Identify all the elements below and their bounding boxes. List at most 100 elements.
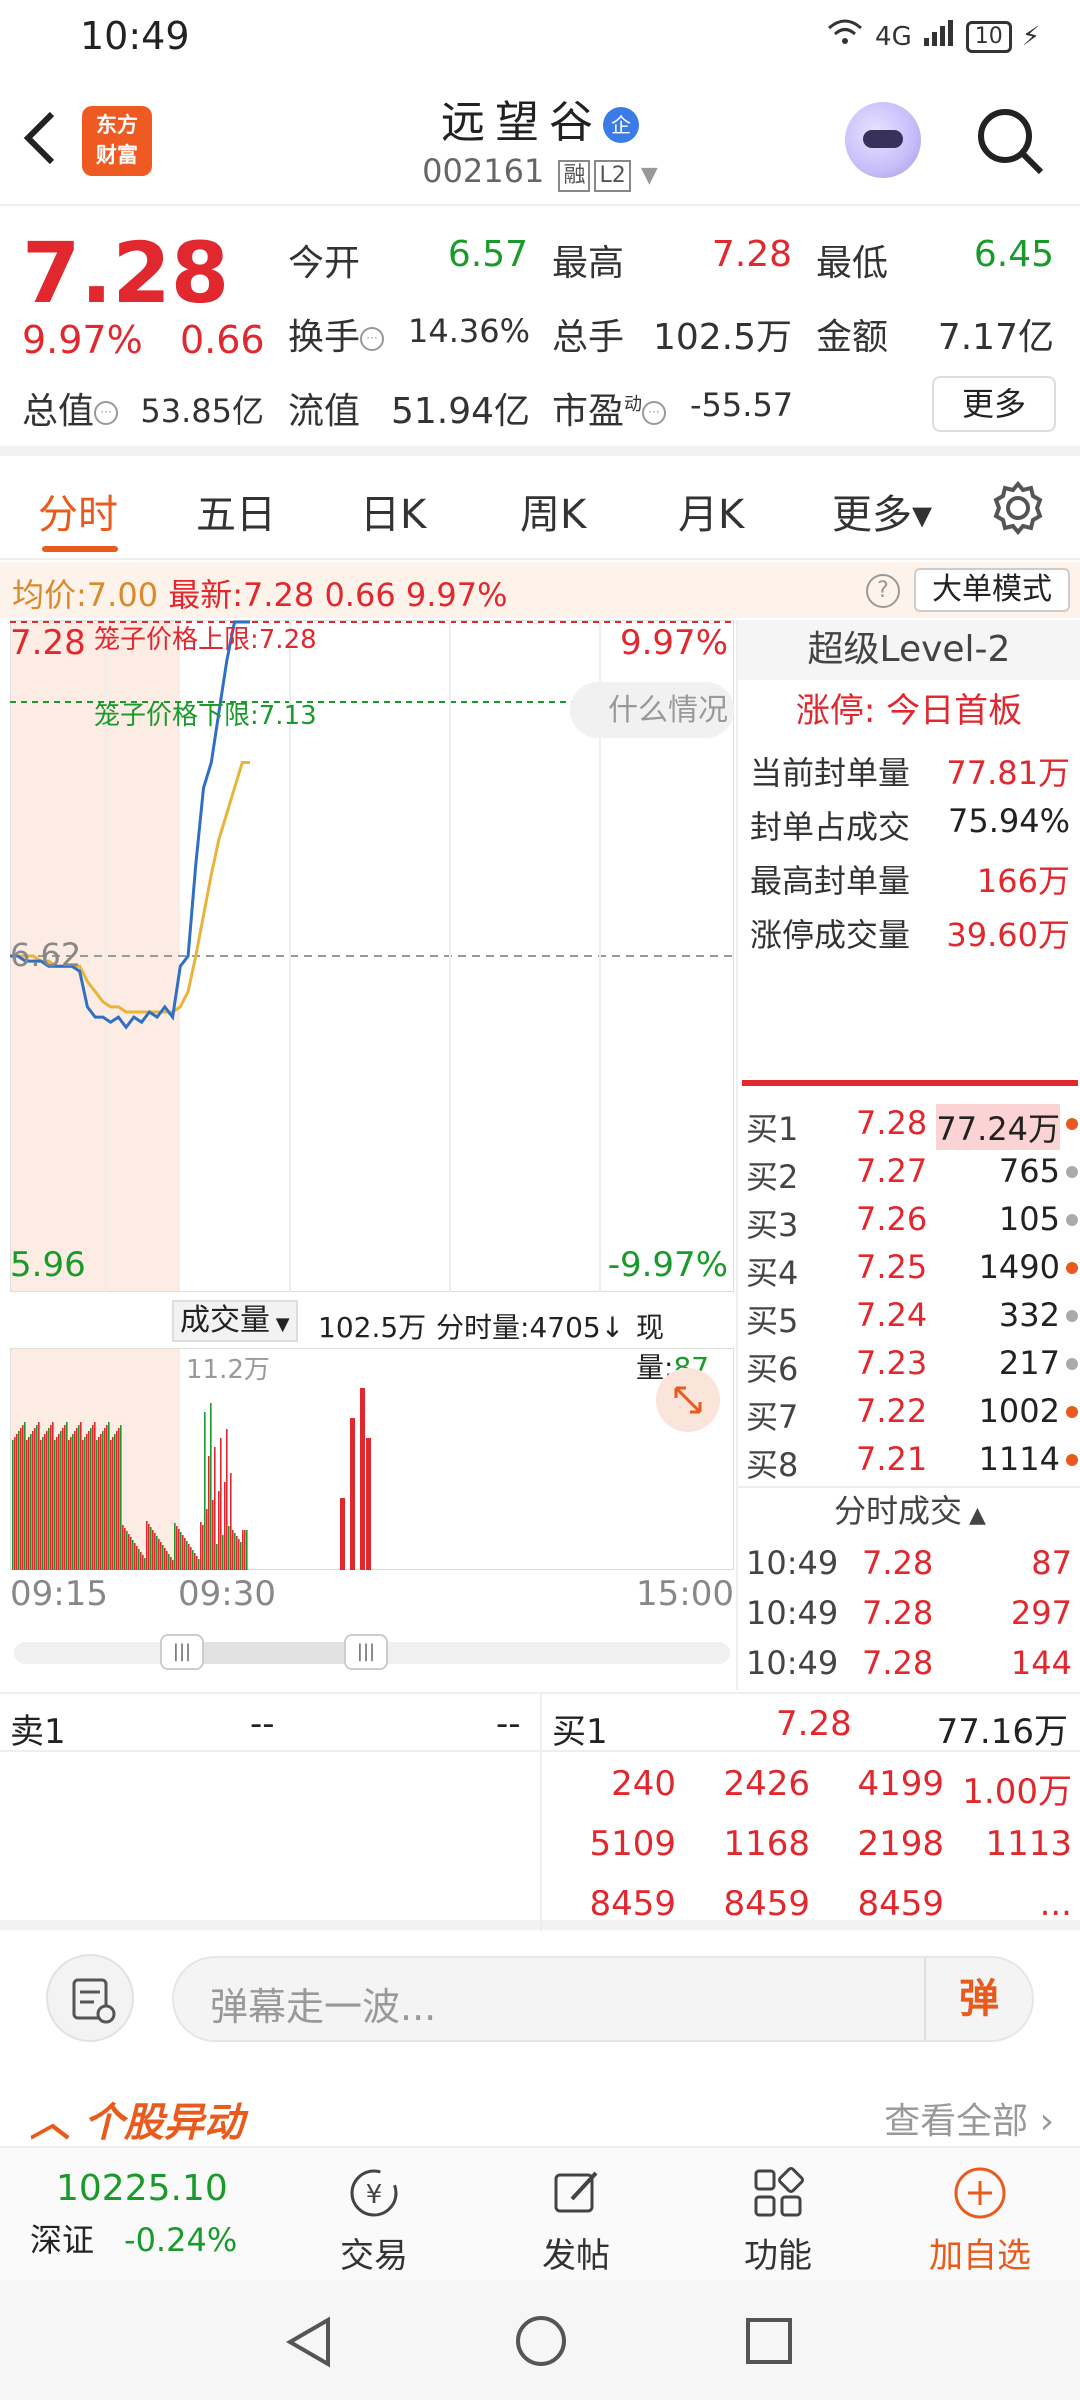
volume-bar <box>48 1428 50 1570</box>
book-cell: 4199 <box>857 1764 944 1804</box>
info-icon[interactable]: ··· <box>360 327 385 351</box>
intraday-chart[interactable]: 7.28 5.96 6.62 9.97% -9.97% 笼子价格上限:7.28 … <box>10 620 734 1292</box>
volume-bar <box>340 1498 345 1570</box>
active-tab-indicator <box>42 546 118 552</box>
tick-qty: 297 <box>1010 1594 1072 1632</box>
l2-row-limit-volume: 涨停成交量 39.60万 <box>738 902 1080 956</box>
add-watchlist-label: 加自选 <box>929 2236 1031 2276</box>
tab-daily-k[interactable]: 日K <box>360 482 426 540</box>
dropdown-icon[interactable]: ▼ <box>641 163 658 188</box>
volume-selector[interactable]: 成交量 ▼ <box>172 1300 298 1342</box>
assistant-avatar[interactable] <box>845 102 921 178</box>
avg-label: 均价: <box>12 576 87 614</box>
danmu-settings-icon[interactable] <box>46 1954 134 2042</box>
functions-button[interactable]: 功能 <box>708 2158 848 2277</box>
price-info-line: 均价:7.00 最新:7.28 0.66 9.97% ? 大单模式 <box>0 562 1080 618</box>
ticks-header[interactable]: 分时成交 ▲ <box>738 1486 1080 1534</box>
bottom-price-label: 5.96 <box>10 1245 86 1285</box>
book-cell: 1.00万 <box>962 1772 1072 1812</box>
volume-bar <box>244 1530 246 1570</box>
status-bar: 10:49 4G 10 ⚡ <box>0 0 1080 72</box>
low-value: 6.45 <box>973 234 1054 275</box>
turnover-label-text: 换手 <box>288 317 361 358</box>
enterprise-badge: 企 <box>603 107 639 143</box>
volume-bar <box>150 1527 152 1570</box>
volume-bar <box>214 1447 216 1570</box>
collapse-icon: ︿ <box>30 2100 84 2146</box>
tab-five-day[interactable]: 五日 <box>196 482 276 540</box>
tab-monthly-k[interactable]: 月K <box>678 482 744 540</box>
stock-code-line[interactable]: 002161 融 L2 ▼ <box>0 152 1080 192</box>
bid-level: 买1 <box>746 1110 799 1148</box>
lower-limit-text: 笼子价格下限: <box>94 701 259 731</box>
tick-row: 10:49 7.28 87 <box>738 1540 1080 1590</box>
index-widget[interactable]: 10225.10 深证 -0.24% <box>30 2168 290 2268</box>
bid-qty: 217 <box>998 1344 1060 1382</box>
volume-bar <box>36 1425 38 1570</box>
volume-bar <box>114 1434 116 1570</box>
book-cell: 1168 <box>723 1824 810 1864</box>
volume-bar <box>234 1533 236 1570</box>
volume-bar <box>238 1539 240 1570</box>
tab-weekly-k[interactable]: 周K <box>520 482 586 540</box>
bid-dot <box>1066 1118 1078 1130</box>
range-scrollbar[interactable]: ||| ||| <box>14 1634 730 1670</box>
nav-home-icon[interactable] <box>514 2314 568 2372</box>
volume-bar <box>102 1431 104 1570</box>
level2-title[interactable]: 超级Level-2 <box>738 620 1080 680</box>
post-button[interactable]: 发帖 <box>506 2158 646 2277</box>
view-all-link[interactable]: 查看全部 › <box>884 2092 1054 2144</box>
volume-bar <box>160 1542 162 1570</box>
price-info-text: 均价:7.00 最新:7.28 0.66 9.97% <box>12 570 508 616</box>
info-icon[interactable]: ··· <box>94 401 119 425</box>
tab-more[interactable]: 更多▾ <box>832 482 932 540</box>
range-handle-left[interactable]: ||| <box>160 1634 204 1670</box>
pe-value: -55.57 <box>690 386 794 424</box>
stock-name: 远望谷 <box>441 97 603 148</box>
mktcap-value: 53.85亿 <box>140 392 264 430</box>
big-order-mode-button[interactable]: 大单模式 <box>914 568 1070 612</box>
book-divider <box>540 1694 542 1932</box>
gear-icon[interactable] <box>990 480 1046 540</box>
high-label: 最高 <box>552 243 625 284</box>
tick-time: 10:49 <box>746 1594 839 1632</box>
bid-price: 7.26 <box>856 1200 928 1238</box>
help-icon[interactable]: ? <box>866 574 900 608</box>
range-handle-right[interactable]: ||| <box>344 1634 388 1670</box>
l2-row-label: 最高封单量 <box>750 862 911 900</box>
abnormal-title[interactable]: ︿ 个股异动 <box>30 2090 244 2148</box>
index-name: 深证 <box>30 2221 95 2259</box>
volume-bar <box>218 1491 220 1570</box>
volume-bar <box>196 1556 198 1570</box>
l2-row-label: 当前封单量 <box>750 754 911 792</box>
volume-bar <box>174 1523 176 1570</box>
volume-bar <box>92 1425 94 1570</box>
bid-level: 买2 <box>746 1158 799 1196</box>
danmu-bar: 弹幕走一波... 弹 <box>0 1940 1080 2060</box>
danmu-input[interactable]: 弹幕走一波... 弹 <box>172 1956 1034 2042</box>
volume-bar <box>58 1434 60 1570</box>
bid-row-3: 买3 7.26 105 <box>738 1196 1080 1244</box>
volume-bar <box>38 1422 40 1570</box>
tab-intraday[interactable]: 分时 <box>38 482 118 540</box>
pe-sup: 动 <box>624 394 643 415</box>
danmu-send-button[interactable]: 弹 <box>924 1958 1032 2040</box>
volume-bar <box>14 1437 16 1570</box>
l2-row-value: 166万 <box>976 862 1070 900</box>
book-hline <box>0 1750 1080 1752</box>
info-icon[interactable]: ··· <box>642 401 667 425</box>
bid-row-8: 买8 7.21 1114 <box>738 1436 1080 1484</box>
volume-chart[interactable]: 11.2万 <box>10 1348 734 1570</box>
trade-button[interactable]: ¥ 交易 <box>304 2158 444 2277</box>
nav-recents-icon[interactable] <box>744 2316 794 2370</box>
bid-row-1: 买1 7.28 77.24万 <box>738 1100 1080 1150</box>
order-book: 卖1 -- -- 买1 7.28 77.16万 240 2426 4199 1.… <box>0 1692 1080 1932</box>
more-button[interactable]: 更多 <box>932 376 1056 432</box>
nav-back-icon[interactable] <box>284 2316 334 2372</box>
l2-row-value: 75.94% <box>947 802 1070 840</box>
search-icon[interactable] <box>975 106 1045 176</box>
tick-qty: 144 <box>1010 1644 1072 1682</box>
bid-price: 7.21 <box>856 1440 928 1478</box>
add-watchlist-button[interactable]: 加自选 <box>910 2158 1050 2277</box>
lower-limit-value: 7.13 <box>259 701 317 731</box>
